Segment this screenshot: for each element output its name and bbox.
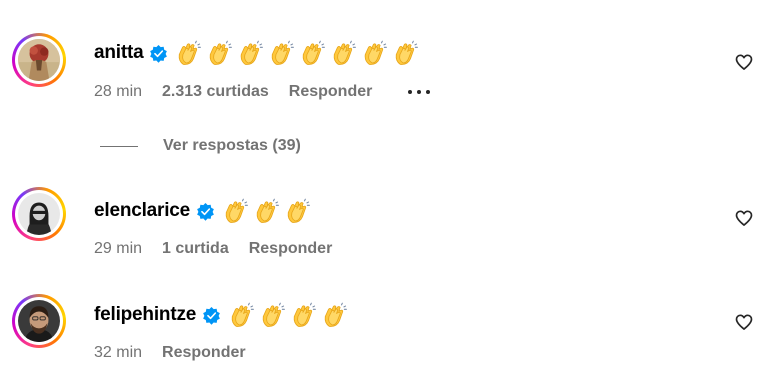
verified-badge-icon — [197, 202, 214, 221]
avatar-story-ring[interactable] — [12, 33, 66, 87]
reply-button[interactable]: Responder — [289, 83, 373, 101]
divider-line — [100, 145, 138, 147]
verified-badge-icon — [203, 306, 220, 325]
likes-count[interactable]: 2.313 curtidas — [162, 83, 269, 101]
clapping-hands-emoji — [241, 40, 264, 65]
comment-header: elenclarice — [94, 196, 311, 226]
more-options-icon[interactable] — [408, 90, 431, 94]
heart-outline-icon[interactable] — [734, 312, 754, 332]
emoji-text — [223, 198, 311, 224]
clapping-hands-emoji — [225, 198, 248, 223]
username-link[interactable]: elenclarice — [94, 200, 190, 222]
view-replies-button[interactable]: Ver respostas (39) — [100, 135, 301, 157]
view-replies-label: Ver respostas (39) — [163, 137, 301, 154]
likes-count[interactable]: 1 curtida — [162, 240, 229, 258]
clapping-hands-emoji — [365, 40, 388, 65]
avatar — [18, 193, 60, 235]
heart-outline-icon[interactable] — [734, 208, 754, 228]
reply-button[interactable]: Responder — [162, 344, 246, 362]
avatar-story-ring[interactable] — [12, 294, 66, 348]
clapping-hands-emoji — [293, 302, 317, 327]
username-link[interactable]: anitta — [94, 42, 144, 64]
clapping-hands-emoji — [262, 302, 286, 327]
emoji-text — [176, 40, 419, 66]
comment-header: anitta — [94, 38, 419, 68]
clapping-hands-emoji — [287, 198, 310, 223]
comment-meta: 32 min Responder — [94, 342, 246, 364]
heart-outline-icon[interactable] — [734, 52, 754, 72]
clapping-hands-emoji — [272, 40, 295, 65]
comment-time[interactable]: 29 min — [94, 240, 142, 258]
clapping-hands-emoji — [231, 302, 255, 327]
avatar-story-ring[interactable] — [12, 187, 66, 241]
clapping-hands-emoji — [256, 198, 279, 223]
clapping-hands-emoji — [179, 40, 202, 65]
reply-button[interactable]: Responder — [249, 240, 333, 258]
comment-time[interactable]: 28 min — [94, 83, 142, 101]
comment-time[interactable]: 32 min — [94, 344, 142, 362]
username-link[interactable]: felipehintze — [94, 304, 196, 326]
clapping-hands-emoji — [324, 302, 348, 327]
avatar — [18, 300, 60, 342]
emoji-text — [229, 302, 348, 328]
avatar — [18, 39, 60, 81]
clapping-hands-emoji — [210, 40, 233, 65]
comment-header: felipehintze — [94, 300, 348, 330]
comment-meta: 29 min 1 curtida Responder — [94, 238, 332, 260]
comments-list: anitta 28 min 2.313 curtidas Responder V… — [0, 0, 774, 376]
clapping-hands-emoji — [303, 40, 326, 65]
verified-badge-icon — [150, 44, 168, 63]
clapping-hands-emoji — [334, 40, 357, 65]
comment-meta: 28 min 2.313 curtidas Responder — [94, 81, 431, 103]
clapping-hands-emoji — [396, 40, 419, 65]
